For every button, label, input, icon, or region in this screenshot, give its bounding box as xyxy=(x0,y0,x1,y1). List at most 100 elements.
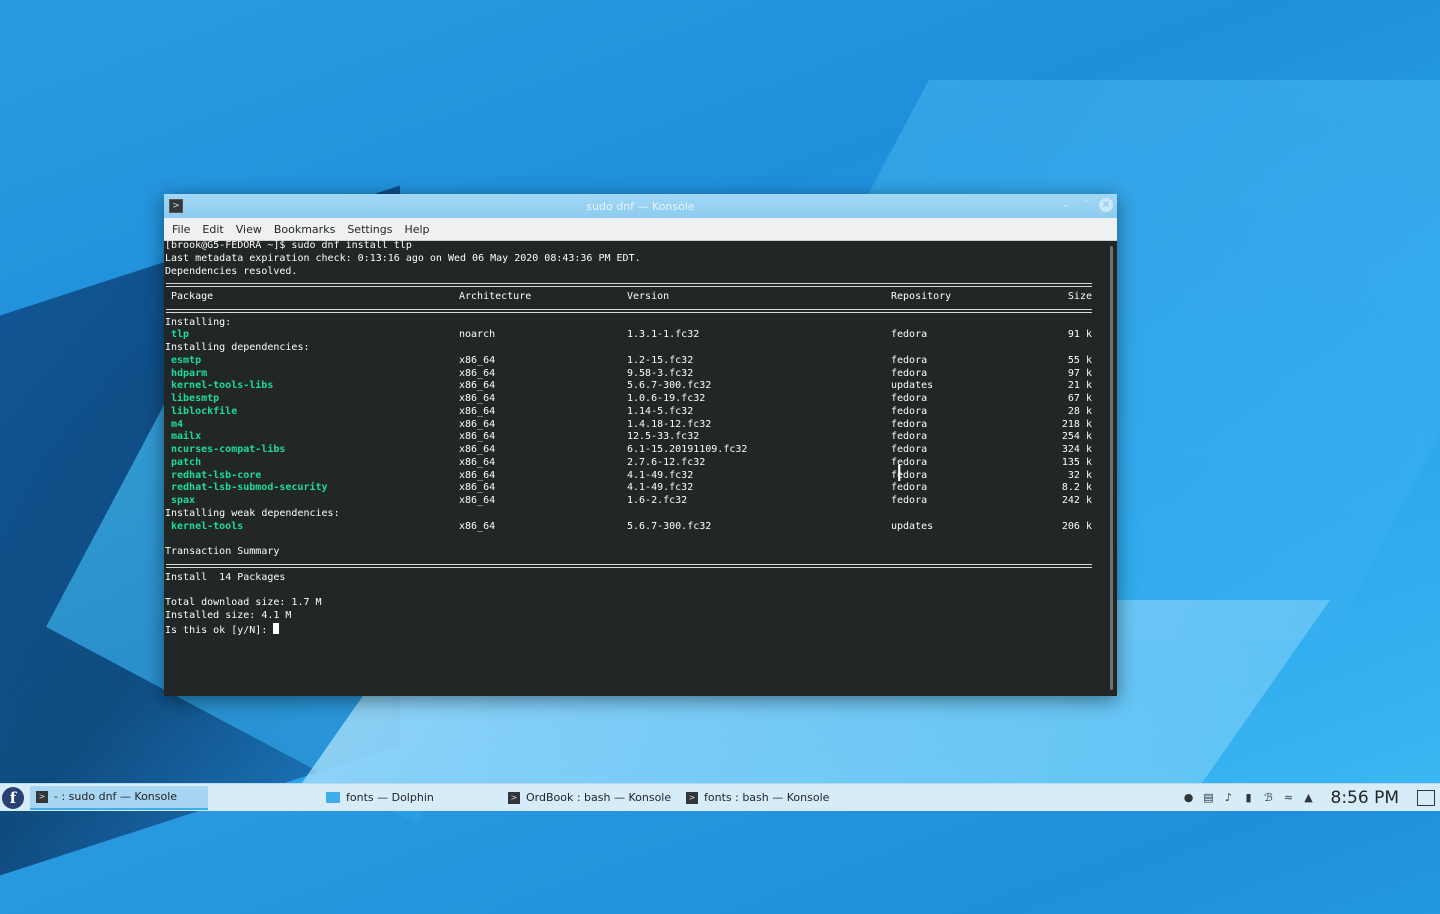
deps-resolved-line: Dependencies resolved. xyxy=(165,266,1106,279)
package-name: patch xyxy=(171,457,201,470)
show-desktop-button[interactable] xyxy=(1417,790,1435,806)
header-size: Size xyxy=(1068,291,1092,304)
task-label: OrdBook : bash — Konsole xyxy=(526,791,671,804)
bluetooth-icon[interactable]: ℬ xyxy=(1263,791,1275,804)
fedora-logo-icon: f xyxy=(2,787,24,809)
expand-tray-icon[interactable]: ▲ xyxy=(1303,791,1315,804)
package-name: kernel-tools-libs xyxy=(171,380,273,393)
package-size: 91 k xyxy=(1068,329,1092,342)
header-version: Version xyxy=(627,291,669,304)
package-repo: fedora xyxy=(891,406,927,419)
clipboard-icon[interactable]: ▤ xyxy=(1203,791,1215,804)
package-row: spaxx86_641.6-2.fc32fedora242 k xyxy=(165,495,1106,508)
separator xyxy=(165,304,1106,317)
package-size: 242 k xyxy=(1062,495,1092,508)
folder-icon xyxy=(326,792,340,803)
terminal-icon: > xyxy=(686,792,698,804)
package-row: patchx86_642.7.6-12.fc32fedora135 k xyxy=(165,457,1106,470)
app-launcher[interactable]: f xyxy=(0,785,26,811)
package-version: 1.2-15.fc32 xyxy=(627,355,693,368)
scrollbar[interactable] xyxy=(1110,246,1113,690)
header-arch: Architecture xyxy=(459,291,531,304)
package-name: kernel-tools xyxy=(171,521,243,534)
package-row: kernel-tools-libsx86_645.6.7-300.fc32upd… xyxy=(165,380,1106,393)
konsole-window: > sudo dnf — Konsole ⌄ ⌃ × File Edit Vie… xyxy=(164,194,1117,696)
package-arch: x86_64 xyxy=(459,444,495,457)
package-arch: x86_64 xyxy=(459,431,495,444)
package-name: tlp xyxy=(171,329,189,342)
package-version: 1.14-5.fc32 xyxy=(627,406,693,419)
minimize-icon[interactable]: ⌄ xyxy=(1059,198,1073,212)
prompt-line: [brook@G5-FEDORA ~]$ sudo dnf install tl… xyxy=(165,240,1106,253)
package-size: 135 k xyxy=(1062,457,1092,470)
package-size: 218 k xyxy=(1062,419,1092,432)
package-repo: fedora xyxy=(891,431,927,444)
header-repo: Repository xyxy=(891,291,951,304)
package-row: ncurses-compat-libsx86_646.1-15.20191109… xyxy=(165,444,1106,457)
task-fonts-dolphin[interactable]: fonts — Dolphin xyxy=(320,786,498,810)
package-size: 97 k xyxy=(1068,368,1092,381)
confirm-prompt: Is this ok [y/N]: xyxy=(165,625,273,636)
package-version: 6.1-15.20191109.fc32 xyxy=(627,444,747,457)
package-version: 9.58-3.fc32 xyxy=(627,368,693,381)
package-size: 32 k xyxy=(1068,470,1092,483)
menu-file[interactable]: File xyxy=(166,223,196,236)
menu-view[interactable]: View xyxy=(230,223,268,236)
package-arch: x86_64 xyxy=(459,495,495,508)
package-repo: fedora xyxy=(891,329,927,342)
menu-bookmarks[interactable]: Bookmarks xyxy=(268,223,341,236)
package-row: m4x86_641.4.18-12.fc32fedora218 k xyxy=(165,419,1106,432)
separator xyxy=(165,278,1106,291)
package-version: 4.1-49.fc32 xyxy=(627,470,693,483)
section-weak: Installing weak dependencies: xyxy=(165,508,1106,521)
maximize-icon[interactable]: ⌃ xyxy=(1079,198,1093,212)
package-arch: x86_64 xyxy=(459,393,495,406)
package-arch: noarch xyxy=(459,329,495,342)
package-arch: x86_64 xyxy=(459,470,495,483)
package-version: 1.0.6-19.fc32 xyxy=(627,393,705,406)
updates-icon[interactable]: ● xyxy=(1183,791,1195,804)
task-label: - : sudo dnf — Konsole xyxy=(54,790,177,803)
metadata-line: Last metadata expiration check: 0:13:16 … xyxy=(165,253,1106,266)
package-version: 12.5-33.fc32 xyxy=(627,431,699,444)
task-ordbook-konsole[interactable]: > OrdBook : bash — Konsole xyxy=(502,786,680,810)
menu-help[interactable]: Help xyxy=(398,223,435,236)
install-count-line: Install 14 Packages xyxy=(165,572,1106,585)
wifi-icon[interactable]: ≈ xyxy=(1283,791,1295,804)
volume-icon[interactable]: ♪ xyxy=(1223,791,1235,804)
task-fonts-bash-konsole[interactable]: > fonts : bash — Konsole xyxy=(680,786,856,810)
clock[interactable]: 8:56 PM xyxy=(1331,788,1400,808)
package-repo: updates xyxy=(891,521,933,534)
package-name: hdparm xyxy=(171,368,207,381)
transaction-summary: Transaction Summary xyxy=(165,546,1106,559)
close-icon[interactable]: × xyxy=(1099,198,1113,212)
package-repo: updates xyxy=(891,380,933,393)
ibeam-cursor-icon: I xyxy=(896,462,906,488)
package-name: libesmtp xyxy=(171,393,219,406)
task-sudo-dnf-konsole[interactable]: > - : sudo dnf — Konsole xyxy=(30,786,208,810)
package-repo: fedora xyxy=(891,355,927,368)
package-size: 67 k xyxy=(1068,393,1092,406)
package-arch: x86_64 xyxy=(459,406,495,419)
package-row: redhat-lsb-submod-securityx86_644.1-49.f… xyxy=(165,482,1106,495)
package-version: 1.4.18-12.fc32 xyxy=(627,419,711,432)
package-repo: fedora xyxy=(891,393,927,406)
menu-edit[interactable]: Edit xyxy=(196,223,229,236)
package-row: hdparmx86_649.58-3.fc32fedora97 k xyxy=(165,368,1106,381)
menu-settings[interactable]: Settings xyxy=(341,223,398,236)
separator xyxy=(165,559,1106,572)
package-name: mailx xyxy=(171,431,201,444)
package-row: mailxx86_6412.5-33.fc32fedora254 k xyxy=(165,431,1106,444)
package-name: esmtp xyxy=(171,355,201,368)
package-size: 8.2 k xyxy=(1062,482,1092,495)
package-name: spax xyxy=(171,495,195,508)
package-size: 21 k xyxy=(1068,380,1092,393)
package-arch: x86_64 xyxy=(459,457,495,470)
package-repo: fedora xyxy=(891,419,927,432)
window-titlebar[interactable]: > sudo dnf — Konsole ⌄ ⌃ × xyxy=(164,194,1117,218)
package-arch: x86_64 xyxy=(459,368,495,381)
battery-icon[interactable]: ▮ xyxy=(1243,791,1255,804)
terminal-output[interactable]: [brook@G5-FEDORA ~]$ sudo dnf install tl… xyxy=(164,240,1107,696)
package-row: tlpnoarch1.3.1-1.fc32fedora91 k xyxy=(165,329,1106,342)
section-dependencies: Installing dependencies: xyxy=(165,342,1106,355)
